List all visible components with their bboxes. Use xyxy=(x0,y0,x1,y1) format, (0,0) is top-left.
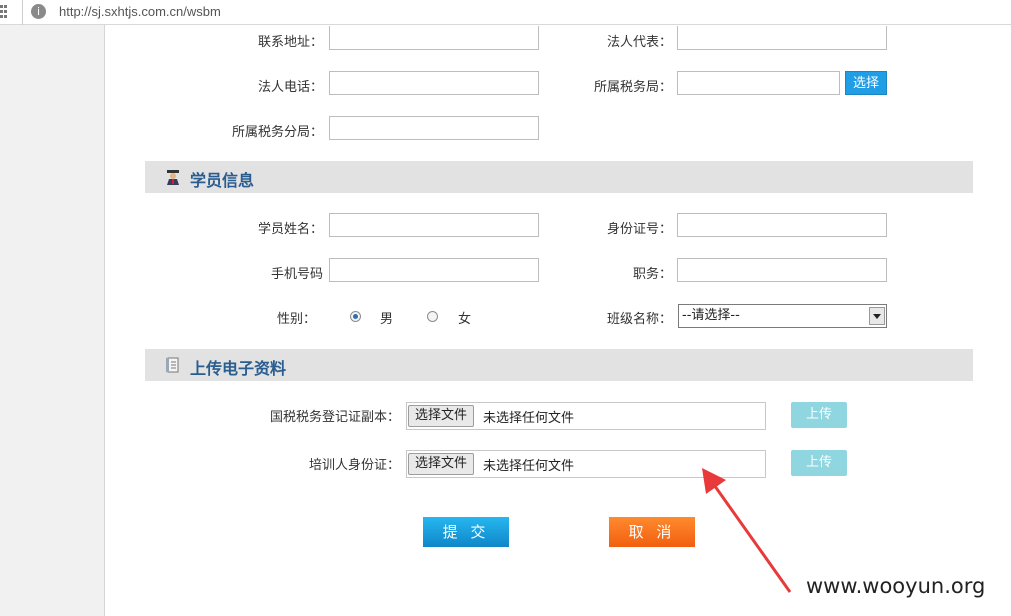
tax-cert-upload-button[interactable]: 上传 xyxy=(791,402,847,428)
annotation-arrow-icon xyxy=(702,468,792,593)
legal-phone-input[interactable] xyxy=(329,71,539,95)
left-margin xyxy=(0,25,105,616)
id-card-label: 培训人身份证： xyxy=(308,458,400,473)
student-name-input[interactable] xyxy=(329,213,539,237)
gender-male-radio[interactable] xyxy=(350,311,361,322)
url-text[interactable]: http://sj.sxhtjs.com.cn/wsbm xyxy=(59,4,221,19)
tax-sub-bureau-label: 所属税务分局： xyxy=(231,125,323,140)
submit-button[interactable]: 提 交 xyxy=(423,517,509,547)
legal-rep-input[interactable] xyxy=(677,26,887,50)
document-icon xyxy=(166,357,179,373)
dropdown-arrow-icon[interactable] xyxy=(869,307,885,325)
student-section-header: 学员信息 xyxy=(145,161,973,193)
student-name-label: 学员姓名： xyxy=(257,222,323,237)
tax-cert-file-input[interactable]: 选择文件 未选择任何文件 xyxy=(406,402,766,430)
cancel-button[interactable]: 取 消 xyxy=(609,517,695,547)
apps-grid-icon[interactable] xyxy=(0,5,8,19)
gender-label: 性别： xyxy=(276,312,316,327)
tax-cert-file-status: 未选择任何文件 xyxy=(483,411,575,426)
gender-female-radio[interactable] xyxy=(427,311,438,322)
gender-male-label: 男 xyxy=(380,312,394,327)
watermark: www.wooyun.org xyxy=(806,574,986,598)
site-info-icon[interactable]: i xyxy=(31,4,46,19)
upload-section-title: 上传电子资料 xyxy=(190,359,287,378)
id-card-choose-button[interactable]: 选择文件 xyxy=(408,453,475,475)
tax-sub-bureau-input[interactable] xyxy=(329,116,539,140)
class-name-select[interactable]: --请选择-- xyxy=(678,304,887,328)
tax-bureau-select-button[interactable]: 选择 xyxy=(845,71,887,95)
position-input[interactable] xyxy=(677,258,887,282)
contact-address-input[interactable] xyxy=(329,26,539,50)
legal-rep-label: 法人代表： xyxy=(606,35,672,50)
id-number-label: 身份证号： xyxy=(606,222,672,237)
gender-female-label: 女 xyxy=(458,312,472,327)
url-box[interactable]: i http://sj.sxhtjs.com.cn/wsbm xyxy=(22,0,1011,25)
mobile-input[interactable] xyxy=(329,258,539,282)
tax-cert-choose-button[interactable]: 选择文件 xyxy=(408,405,475,427)
id-card-file-status: 未选择任何文件 xyxy=(483,459,575,474)
class-name-selected: --请选择-- xyxy=(682,308,740,323)
address-bar: i http://sj.sxhtjs.com.cn/wsbm xyxy=(0,0,1011,25)
upload-section-header: 上传电子资料 xyxy=(145,349,973,381)
contact-address-label: 联系地址： xyxy=(257,35,323,50)
legal-phone-label: 法人电话： xyxy=(257,80,323,95)
tax-bureau-label: 所属税务局： xyxy=(593,80,672,95)
tax-bureau-input[interactable] xyxy=(677,71,840,95)
id-number-input[interactable] xyxy=(677,213,887,237)
student-icon xyxy=(167,170,179,185)
position-label: 职务： xyxy=(632,267,672,282)
tax-cert-label: 国税税务登记证副本： xyxy=(269,410,400,425)
student-section-title: 学员信息 xyxy=(190,171,255,190)
class-name-label: 班级名称： xyxy=(606,312,672,327)
mobile-label: 手机号码 xyxy=(270,267,323,282)
